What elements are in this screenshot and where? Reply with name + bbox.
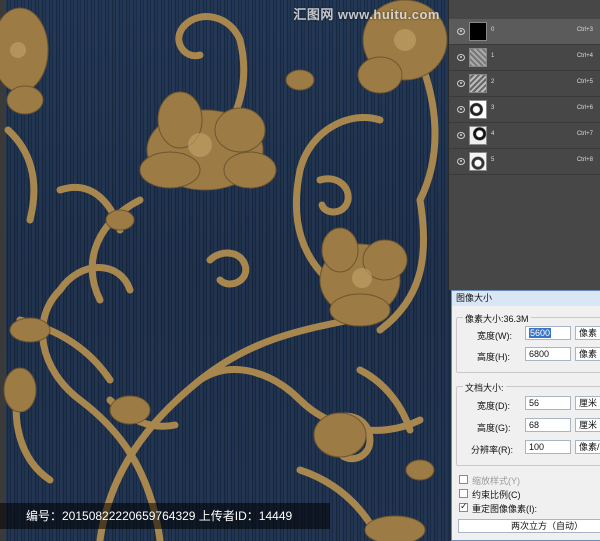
channel-thumbnail (469, 100, 487, 119)
channel-row-5[interactable]: 5 Ctrl+8 (449, 149, 600, 175)
channel-name: 4 (491, 131, 495, 137)
visibility-eye-icon[interactable] (457, 54, 465, 61)
resolution-unit-select[interactable]: 像素/英寸 (575, 440, 600, 454)
channel-shortcut: Ctrl+5 (576, 79, 593, 85)
channel-name: 2 (491, 79, 495, 85)
resolution-label: 分辨率(R): (471, 445, 513, 455)
pixel-dimensions-group: 像素大小:36.3M 宽度(W): 5600 像素 高度(H): 6800 像素 (456, 312, 600, 373)
scale-styles-label: 缩放样式(Y) (472, 476, 520, 486)
visibility-eye-icon[interactable] (457, 158, 465, 165)
image-size-dialog: 图像大小 像素大小:36.3M 宽度(W): 5600 像素 高度(H): 68… (451, 290, 600, 541)
channel-shortcut: Ctrl+3 (576, 27, 593, 33)
height-label: 高度(H): (477, 352, 510, 362)
document-size-label: 文档大小: (463, 381, 506, 394)
doc-height-label: 高度(G): (477, 423, 511, 433)
channel-thumbnail (469, 74, 487, 93)
channel-row-3[interactable]: 3 Ctrl+6 (449, 97, 600, 123)
pixel-height-unit-select[interactable]: 像素 (575, 347, 600, 361)
channel-row-0[interactable]: 0 Ctrl+3 (449, 19, 600, 45)
channel-shortcut: Ctrl+8 (576, 157, 593, 163)
dialog-title: 图像大小 (452, 291, 600, 306)
resample-image-label: 重定图像像素(I): (472, 504, 537, 514)
pixel-dimensions-label: 像素大小:36.3M (463, 312, 531, 325)
resample-image-checkbox[interactable] (459, 501, 468, 512)
channel-shortcut: Ctrl+7 (576, 131, 593, 137)
visibility-eye-icon[interactable] (457, 80, 465, 87)
visibility-eye-icon[interactable] (457, 106, 465, 113)
channel-name: 3 (491, 105, 495, 111)
channel-name: 1 (491, 53, 495, 59)
channel-thumbnail (469, 126, 487, 145)
channel-thumbnail (469, 152, 487, 171)
constrain-proportions-label: 约束比例(C) (472, 490, 521, 500)
constrain-proportions-checkbox[interactable] (459, 489, 468, 498)
site-watermark: 汇图网 www.huitu.com (293, 7, 440, 22)
floral-pattern-image (0, 0, 448, 541)
channel-thumbnail (469, 48, 487, 67)
width-label: 宽度(W): (477, 331, 512, 341)
resample-method-select[interactable]: 两次立方（自动） (458, 519, 600, 533)
visibility-eye-icon[interactable] (457, 132, 465, 139)
channels-panel: 0 Ctrl+3 1 Ctrl+4 2 Ctrl+5 3 Ctrl+6 4 Ct… (448, 0, 600, 290)
channel-shortcut: Ctrl+4 (576, 53, 593, 59)
scale-styles-checkbox[interactable] (459, 475, 468, 484)
channel-name: 0 (491, 27, 495, 33)
image-canvas[interactable]: 汇图网 www.huitu.com 编号：2015082222065976432… (0, 0, 448, 541)
doc-height-input[interactable]: 68 (525, 418, 571, 432)
channel-shortcut: Ctrl+6 (576, 105, 593, 111)
pixel-width-value: 5600 (529, 328, 552, 338)
pixel-width-input[interactable]: 5600 (525, 326, 571, 340)
document-size-group: 文档大小: 宽度(D): 56 厘米 高度(G): 68 厘米 分辨率(R): … (456, 381, 600, 466)
channel-thumbnail (469, 22, 487, 41)
resolution-input[interactable]: 100 (525, 440, 571, 454)
doc-height-unit-select[interactable]: 厘米 (575, 418, 600, 432)
doc-width-input[interactable]: 56 (525, 396, 571, 410)
doc-width-unit-select[interactable]: 厘米 (575, 396, 600, 410)
pixel-height-input[interactable]: 6800 (525, 347, 571, 361)
doc-width-label: 宽度(D): (477, 401, 510, 411)
channel-row-4[interactable]: 4 Ctrl+7 (449, 123, 600, 149)
channel-row-1[interactable]: 1 Ctrl+4 (449, 45, 600, 71)
channel-row-2[interactable]: 2 Ctrl+5 (449, 71, 600, 97)
pixel-width-unit-select[interactable]: 像素 (575, 326, 600, 340)
channel-name: 5 (491, 157, 495, 163)
image-info-footer: 编号：20150822220659764329 上传者ID：14449 (0, 503, 330, 529)
visibility-eye-icon[interactable] (457, 28, 465, 35)
